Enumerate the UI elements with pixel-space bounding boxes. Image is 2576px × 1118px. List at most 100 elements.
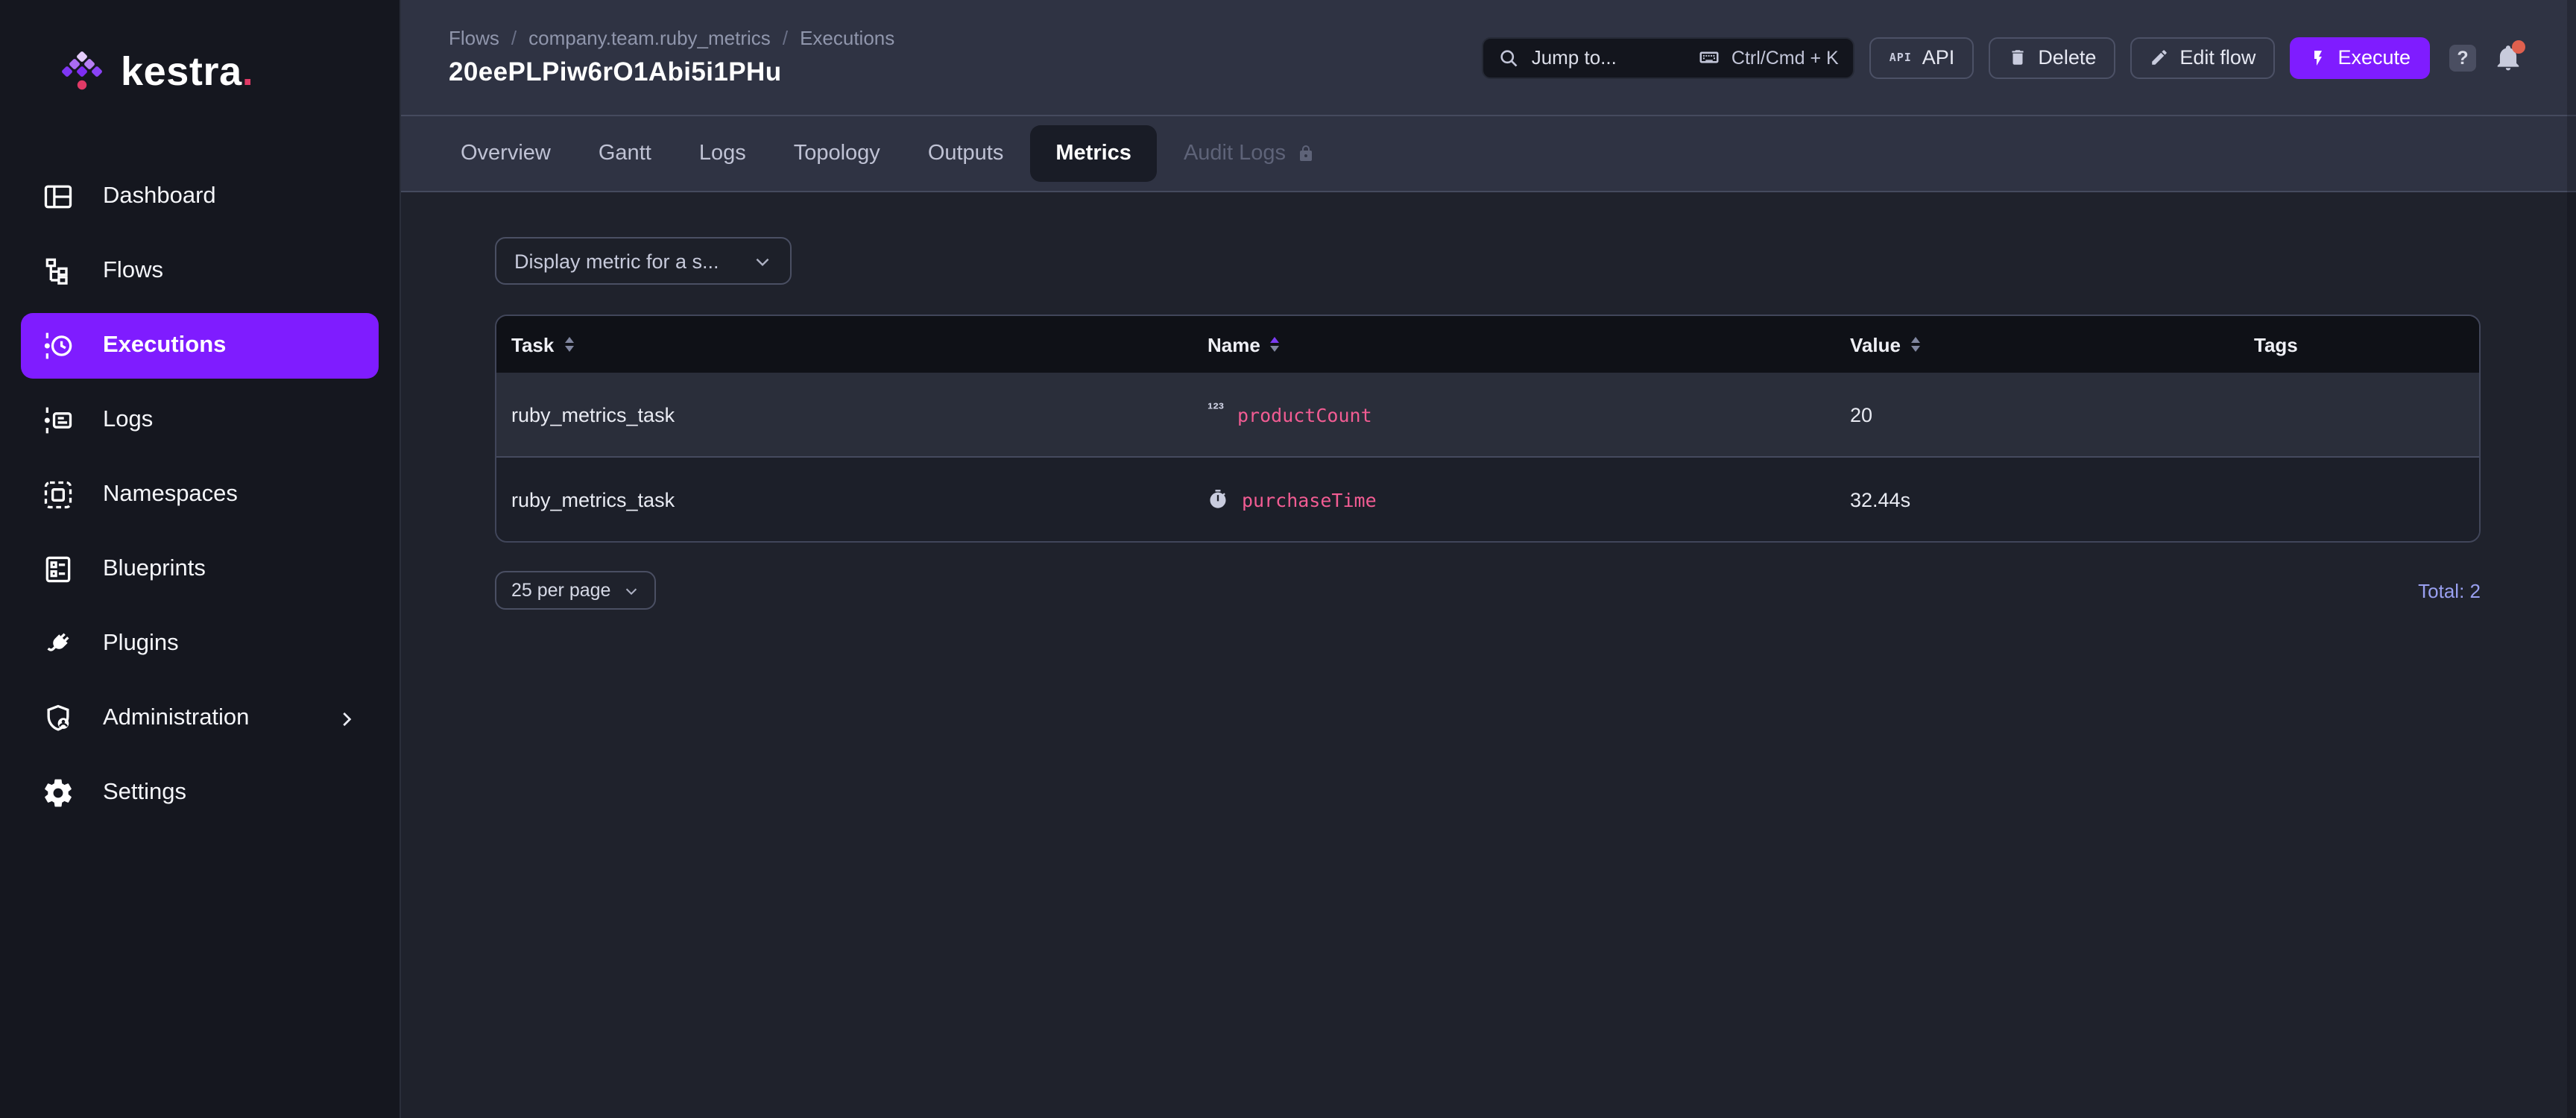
- sort-icon-ascending: [1270, 336, 1280, 353]
- value-cell: 32.44s: [1850, 488, 1911, 511]
- table-row[interactable]: ruby_metrics_task purchaseTime 32.44s: [496, 456, 2479, 541]
- column-header-task[interactable]: Task: [511, 333, 1208, 356]
- tab-audit-logs: Audit Logs: [1184, 142, 1314, 165]
- execute-button[interactable]: Execute: [2290, 37, 2430, 78]
- timer-icon: [1210, 490, 1226, 508]
- task-cell: ruby_metrics_task: [511, 403, 675, 426]
- tab-logs[interactable]: Logs: [699, 142, 746, 165]
- breadcrumb-title-block: Flows / company.team.ruby_metrics / Exec…: [449, 27, 894, 88]
- sidebar-item-label: Settings: [103, 780, 187, 805]
- api-button-label: API: [1922, 46, 1955, 69]
- edit-flow-button[interactable]: Edit flow: [2130, 37, 2276, 78]
- sidebar-item-settings[interactable]: Settings: [21, 760, 379, 826]
- search-icon: [1501, 49, 1518, 66]
- api-button[interactable]: API API: [1869, 37, 1974, 78]
- sidebar-item-label: Blueprints: [103, 556, 206, 581]
- gear-icon: [45, 779, 72, 807]
- tab-outputs[interactable]: Outputs: [928, 142, 1004, 165]
- sidebar-item-logs[interactable]: Logs: [21, 388, 379, 453]
- metric-filter-placeholder: Display metric for a s...: [514, 250, 719, 272]
- metric-name: productCount: [1237, 403, 1372, 426]
- main-area: Flows / company.team.ruby_metrics / Exec…: [401, 0, 2576, 1118]
- brand-name: kestra.: [121, 48, 254, 93]
- task-cell: ruby_metrics_task: [511, 488, 675, 511]
- sidebar-item-administration[interactable]: Administration: [21, 686, 379, 751]
- help-icon: ?: [2457, 47, 2469, 68]
- column-label: Task: [511, 333, 555, 356]
- notification-dot: [2512, 40, 2525, 54]
- sidebar-item-executions[interactable]: Executions: [21, 313, 379, 379]
- keyboard-icon: [1700, 51, 1720, 63]
- tab-gantt[interactable]: Gantt: [599, 142, 651, 165]
- sidebar: kestra. Dashboard Flows Executions Logs …: [0, 0, 401, 1118]
- tab-audit-logs-label: Audit Logs: [1183, 142, 1286, 165]
- namespaces-icon: [44, 481, 72, 509]
- metrics-content: Display metric for a s... Task Name Valu…: [401, 192, 2576, 1118]
- page-size-select[interactable]: 25 per page: [495, 571, 656, 610]
- sidebar-item-label: Dashboard: [103, 183, 216, 209]
- sort-icon: [564, 336, 574, 353]
- pencil-icon: [2152, 50, 2168, 65]
- breadcrumb-namespace[interactable]: company.team.ruby_metrics: [528, 27, 771, 49]
- delete-button[interactable]: Delete: [1989, 37, 2116, 78]
- plugins-icon: [47, 633, 69, 651]
- sidebar-item-label: Plugins: [103, 631, 179, 656]
- metric-name-cell: ¹²³ productCount: [1208, 400, 1850, 426]
- top-actions: Jump to... Ctrl/Cmd + K API API Delete E…: [1482, 37, 2525, 78]
- jump-to-search[interactable]: Jump to... Ctrl/Cmd + K: [1482, 37, 1855, 78]
- executions-icon: [44, 332, 72, 359]
- kestra-app: kestra. Dashboard Flows Executions Logs …: [0, 0, 2576, 1118]
- lock-icon: [1299, 145, 1311, 161]
- api-icon: API: [1889, 51, 1912, 64]
- breadcrumb: Flows / company.team.ruby_metrics / Exec…: [449, 27, 894, 49]
- metrics-table: Task Name Value Tags ruby_metrics_task ¹…: [495, 315, 2481, 543]
- tab-metrics[interactable]: Metrics: [1030, 125, 1157, 182]
- numeric-icon: ¹²³: [1208, 400, 1224, 418]
- column-label: Name: [1208, 333, 1260, 356]
- flows-icon: [45, 258, 68, 285]
- shortcut-text: Ctrl/Cmd + K: [1731, 47, 1839, 68]
- sidebar-item-dashboard[interactable]: Dashboard: [21, 164, 379, 230]
- jump-to-placeholder: Jump to...: [1531, 46, 1617, 69]
- shortcut-hint: Ctrl/Cmd + K: [1699, 46, 1839, 69]
- column-header-value[interactable]: Value: [1850, 333, 2254, 356]
- column-label: Tags: [2254, 333, 2298, 356]
- flash-icon: [2314, 50, 2323, 65]
- kestra-logo[interactable]: kestra.: [0, 0, 400, 143]
- column-label: Value: [1850, 333, 1901, 356]
- kestra-logo-icon: [62, 51, 102, 90]
- sidebar-item-namespaces[interactable]: Namespaces: [21, 462, 379, 528]
- sidebar-item-label: Flows: [103, 258, 163, 283]
- trash-icon: [2012, 50, 2024, 65]
- sidebar-item-plugins[interactable]: Plugins: [21, 611, 379, 677]
- delete-button-label: Delete: [2038, 46, 2097, 69]
- page-size-label: 25 per page: [511, 580, 611, 601]
- table-row[interactable]: ruby_metrics_task ¹²³ productCount 20: [496, 373, 2479, 456]
- page-title: 20eePLPiw6rO1Abi5i1PHu: [449, 57, 782, 86]
- sidebar-item-blueprints[interactable]: Blueprints: [21, 537, 379, 602]
- top-bar: Flows / company.team.ruby_metrics / Exec…: [401, 0, 2576, 115]
- breadcrumb-flows[interactable]: Flows: [449, 27, 499, 49]
- help-button[interactable]: ?: [2449, 44, 2476, 71]
- scrollbar-track[interactable]: [2567, 0, 2576, 1118]
- metric-filter-select[interactable]: Display metric for a s...: [495, 237, 792, 285]
- tab-topology[interactable]: Topology: [794, 142, 880, 165]
- metrics-table-header: Task Name Value Tags: [496, 316, 2479, 373]
- column-header-tags: Tags: [2254, 333, 2479, 356]
- notifications-button[interactable]: [2494, 40, 2525, 72]
- execution-tabs: Overview Gantt Logs Topology Outputs Met…: [401, 115, 2576, 192]
- dashboard-icon: [44, 185, 72, 209]
- administration-icon: [47, 704, 69, 731]
- column-header-name[interactable]: Name: [1208, 333, 1850, 356]
- breadcrumb-executions[interactable]: Executions: [800, 27, 894, 49]
- sidebar-item-label: Executions: [103, 332, 227, 358]
- value-cell: 20: [1850, 403, 1873, 426]
- total-count: Total: 2: [2418, 579, 2481, 601]
- logs-icon: [44, 407, 72, 434]
- sidebar-menu: Dashboard Flows Executions Logs Namespac…: [0, 143, 400, 826]
- sidebar-item-flows[interactable]: Flows: [21, 239, 379, 304]
- breadcrumb-separator: /: [511, 27, 517, 49]
- chevron-right-icon: [343, 711, 352, 726]
- tab-overview[interactable]: Overview: [461, 142, 551, 165]
- sidebar-item-label: Logs: [103, 407, 154, 432]
